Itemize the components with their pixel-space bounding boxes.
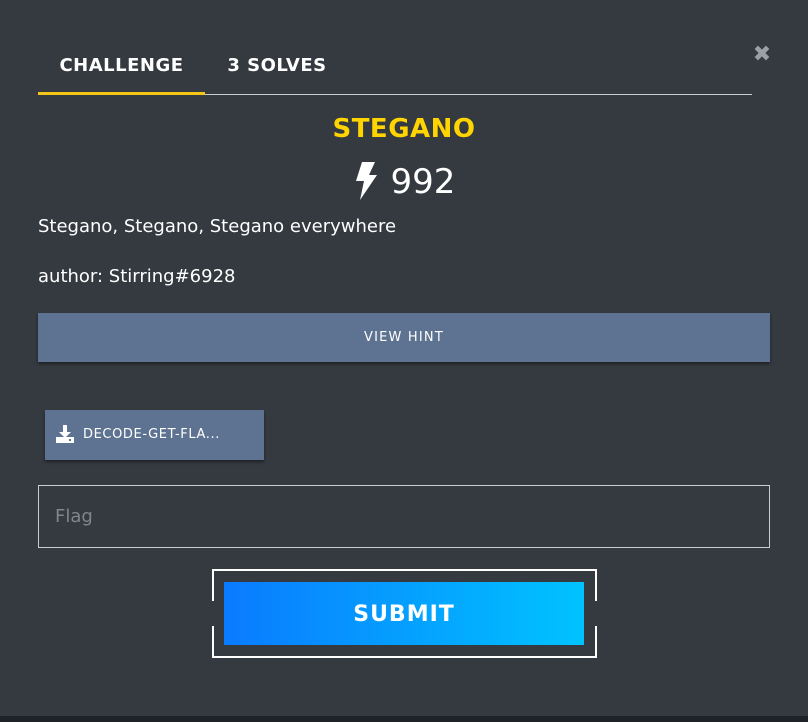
challenge-title: STEGANO (332, 114, 476, 144)
frame-corner-top-right (585, 569, 597, 601)
challenge-points: 992 (0, 160, 808, 204)
frame-corner-top-left (212, 569, 224, 601)
challenge-author: author: Stirring#6928 (38, 266, 236, 287)
page-backdrop-strip (0, 716, 808, 722)
download-file-button[interactable]: DECODE-GET-FLA... (45, 410, 264, 460)
download-icon (56, 425, 74, 443)
tab-bar: CHALLENGE 3 SOLVES (38, 50, 752, 95)
tab-challenge[interactable]: CHALLENGE (38, 50, 205, 95)
challenge-description: Stegano, Stegano, Stegano everywhere (38, 216, 397, 237)
points-value: 992 (390, 162, 456, 202)
frame-top-line (212, 569, 597, 571)
flag-input[interactable] (38, 485, 770, 548)
close-icon[interactable]: ✖ (752, 44, 772, 66)
frame-bottom-line (212, 656, 597, 658)
frame-corner-bottom-left (212, 626, 224, 658)
tab-solves[interactable]: 3 SOLVES (222, 50, 332, 94)
view-hint-button[interactable]: VIEW HINT (38, 313, 770, 362)
frame-corner-bottom-right (585, 626, 597, 658)
file-name-label: DECODE-GET-FLA... (83, 427, 220, 442)
submit-frame: SUBMIT (212, 569, 597, 658)
challenge-modal: ✖ CHALLENGE 3 SOLVES STEGANO 992 Stegano… (0, 0, 808, 716)
lightning-bolt-icon (355, 161, 377, 200)
submit-button[interactable]: SUBMIT (224, 582, 584, 645)
